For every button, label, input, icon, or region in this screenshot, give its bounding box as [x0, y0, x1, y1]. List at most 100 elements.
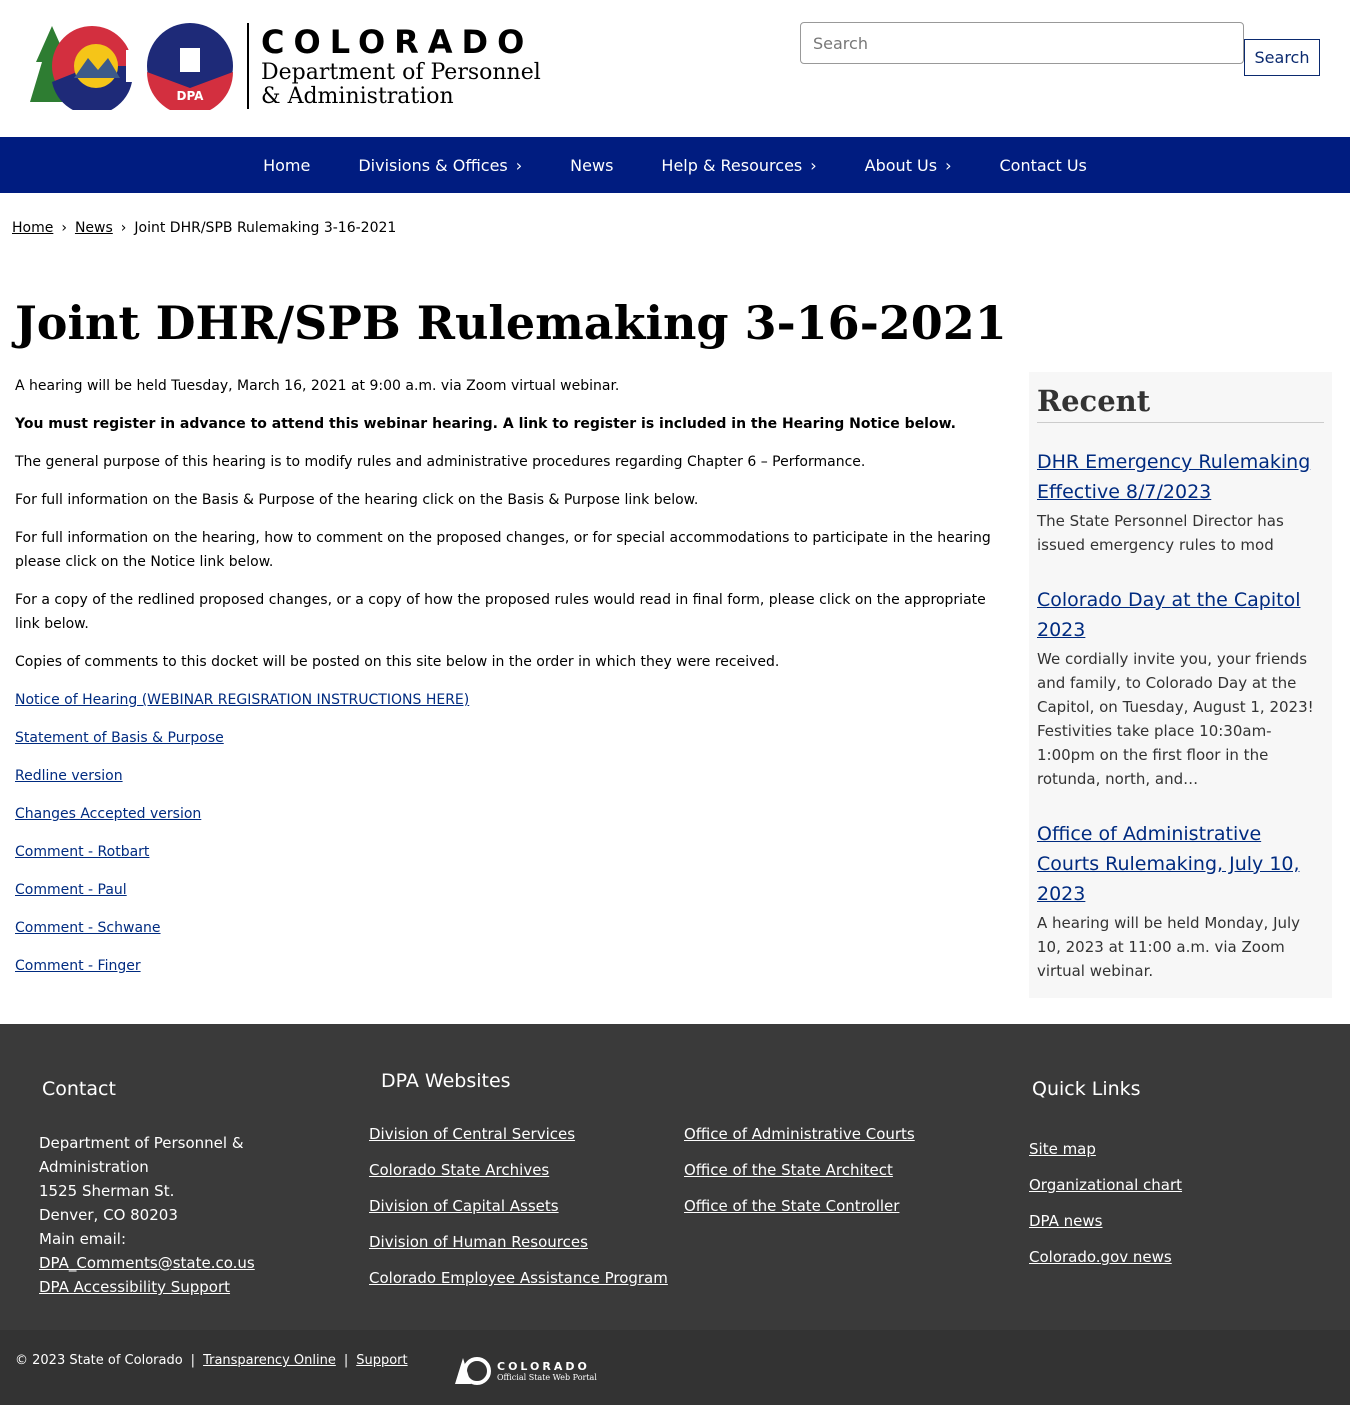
quick-links: Site map Organizational chart DPA news Colo…	[1029, 1131, 1182, 1275]
document-link-item: Redline version	[15, 764, 995, 788]
document-link-item: Comment - Finger	[15, 954, 995, 978]
document-link-item: Comment - Rotbart	[15, 840, 995, 864]
chevron-right-icon[interactable]: ›	[810, 156, 816, 175]
logo-divider	[247, 23, 249, 109]
contact-line: Main email:	[39, 1230, 126, 1248]
breadcrumb-news[interactable]: News	[75, 220, 113, 236]
paragraph: The general purpose of this hearing is t…	[15, 454, 866, 470]
site-header: DPA COLORADO Department of Personnel & A…	[0, 0, 1350, 137]
document-link[interactable]: Notice of Hearing (WEBINAR REGISRATION I…	[15, 692, 469, 708]
footer-link[interactable]: Organizational chart	[1029, 1167, 1182, 1203]
recent-summary: We cordially invite you, your friends an…	[1037, 650, 1314, 788]
nav-label: Home	[263, 155, 311, 175]
nav-item-divisions-offices[interactable]: Divisions & Offices ›	[334, 156, 546, 175]
main-nav: Home Divisions & Offices › News Help & Resou…	[0, 137, 1350, 193]
footer-link[interactable]: Colorado State Archives	[369, 1152, 668, 1188]
paragraph: For full information on the hearing, how…	[15, 530, 991, 570]
document-link[interactable]: Comment - Paul	[15, 882, 127, 898]
brand-dept: Department of Personnel	[261, 60, 541, 85]
contact-info: Department of Personnel & Administration 1…	[39, 1131, 255, 1299]
nav-item-news[interactable]: News	[546, 156, 637, 175]
nav-item-home[interactable]: Home	[239, 156, 334, 175]
breadcrumb: Home › News › Joint DHR/SPB Rulemaking 3-1…	[12, 220, 396, 236]
separator: |	[190, 1353, 196, 1368]
document-link[interactable]: Changes Accepted version	[15, 806, 201, 822]
bottom-bar: © 2023 State of Colorado | Transparency …	[0, 1330, 1350, 1405]
paragraph: Copies of comments to this docket will b…	[15, 654, 780, 670]
search-input[interactable]	[800, 22, 1244, 64]
contact-line: Denver, CO 80203	[39, 1206, 178, 1224]
recent-item: DHR Emergency Rulemaking Effective 8/7/2…	[1037, 447, 1324, 557]
footer: Contact Department of Personnel & Adminis…	[0, 1024, 1350, 1330]
document-link-item: Statement of Basis & Purpose	[15, 726, 995, 750]
nav-item-contact-us[interactable]: Contact Us	[976, 156, 1111, 175]
breadcrumb-separator: ›	[61, 220, 67, 236]
footer-link[interactable]: Division of Capital Assets	[369, 1188, 668, 1224]
footer-link[interactable]: Site map	[1029, 1131, 1182, 1167]
recent-summary: A hearing will be held Monday, July 10, …	[1037, 914, 1301, 980]
svg-text:DPA: DPA	[177, 89, 205, 103]
footer-link[interactable]: Division of Human Resources	[369, 1224, 668, 1260]
recent-title-link[interactable]: DHR Emergency Rulemaking Effective 8/7/2…	[1037, 447, 1324, 507]
footer-link[interactable]: Colorado.gov news	[1029, 1239, 1182, 1275]
recent-summary: The State Personnel Director has issued …	[1037, 512, 1284, 554]
breadcrumb-home[interactable]: Home	[12, 220, 53, 236]
nav-label: About Us	[864, 155, 938, 175]
document-link[interactable]: Comment - Finger	[15, 958, 141, 974]
nav-label: Divisions & Offices	[358, 155, 508, 175]
document-link-item: Comment - Schwane	[15, 916, 995, 940]
nav-label: News	[570, 155, 614, 175]
document-link[interactable]: Redline version	[15, 768, 123, 784]
portal-subtitle: Official State Web Portal	[497, 1373, 597, 1382]
contact-heading: Contact	[42, 1078, 116, 1100]
contact-line: Administration	[39, 1158, 149, 1176]
document-link-item: Changes Accepted version	[15, 802, 995, 826]
contact-line: 1525 Sherman St.	[39, 1182, 175, 1200]
article-body: A hearing will be held Tuesday, March 16…	[15, 374, 995, 992]
colorado-logo-icon: DPA	[30, 23, 233, 110]
websites-col2: Office of Administrative Courts Office of…	[684, 1116, 915, 1224]
document-link-item: Comment - Paul	[15, 878, 995, 902]
contact-line: Department of Personnel &	[39, 1134, 244, 1152]
copyright: © 2023 State of Colorado	[15, 1353, 183, 1368]
websites-heading: DPA Websites	[381, 1070, 511, 1092]
recent-item: Colorado Day at the Capitol 2023 We cordi…	[1037, 585, 1324, 791]
chevron-right-icon[interactable]: ›	[945, 156, 951, 175]
footer-link[interactable]: Office of Administrative Courts	[684, 1116, 915, 1152]
breadcrumb-current: Joint DHR/SPB Rulemaking 3-16-2021	[134, 220, 397, 236]
document-link[interactable]: Comment - Schwane	[15, 920, 161, 936]
document-link[interactable]: Comment - Rotbart	[15, 844, 149, 860]
breadcrumb-separator: ›	[120, 220, 127, 236]
nav-item-about-us[interactable]: About Us ›	[841, 156, 976, 175]
document-link-item: Notice of Hearing (WEBINAR REGISRATION I…	[15, 688, 995, 712]
quick-links-heading: Quick Links	[1032, 1078, 1141, 1100]
document-link[interactable]: Statement of Basis & Purpose	[15, 730, 224, 746]
nav-label: Contact Us	[999, 155, 1087, 175]
recent-title-link[interactable]: Office of Administrative Courts Rulemaki…	[1037, 819, 1324, 909]
colorado-portal-logo[interactable]: COLORADO Official State Web Portal	[455, 1356, 597, 1386]
nav-item-help-resources[interactable]: Help & Resources ›	[637, 156, 840, 175]
paragraph: For a copy of the redlined proposed chan…	[15, 592, 986, 632]
search-button[interactable]: Search	[1244, 39, 1320, 76]
footer-link[interactable]: Division of Central Services	[369, 1116, 668, 1152]
websites-col1: Division of Central Services Colorado Sta…	[369, 1116, 668, 1296]
footer-link[interactable]: Colorado Employee Assistance Program	[369, 1260, 668, 1296]
brand-colorado: COLORADO	[261, 23, 534, 61]
recent-heading: Recent	[1037, 384, 1324, 423]
separator: |	[343, 1353, 349, 1368]
recent-item: Office of Administrative Courts Rulemaki…	[1037, 819, 1324, 983]
footer-link[interactable]: Office of the State Architect	[684, 1152, 915, 1188]
footer-link[interactable]: Office of the State Controller	[684, 1188, 915, 1224]
colorado-portal-icon	[455, 1357, 491, 1385]
paragraph: A hearing will be held Tuesday, March 16…	[15, 378, 620, 394]
footer-link[interactable]: DPA news	[1029, 1203, 1182, 1239]
email-link[interactable]: DPA_Comments@state.co.us	[39, 1251, 255, 1275]
dpa-logo[interactable]: DPA COLORADO Department of Personnel & A…	[30, 22, 541, 110]
support-link[interactable]: Support	[356, 1353, 407, 1368]
recent-sidebar: Recent DHR Emergency Rulemaking Effectiv…	[1029, 372, 1332, 998]
portal-title: COLORADO	[497, 1360, 590, 1373]
accessibility-link[interactable]: DPA Accessibility Support	[39, 1275, 255, 1299]
chevron-right-icon[interactable]: ›	[516, 156, 522, 175]
transparency-link[interactable]: Transparency Online	[203, 1353, 336, 1368]
recent-title-link[interactable]: Colorado Day at the Capitol 2023	[1037, 585, 1324, 645]
